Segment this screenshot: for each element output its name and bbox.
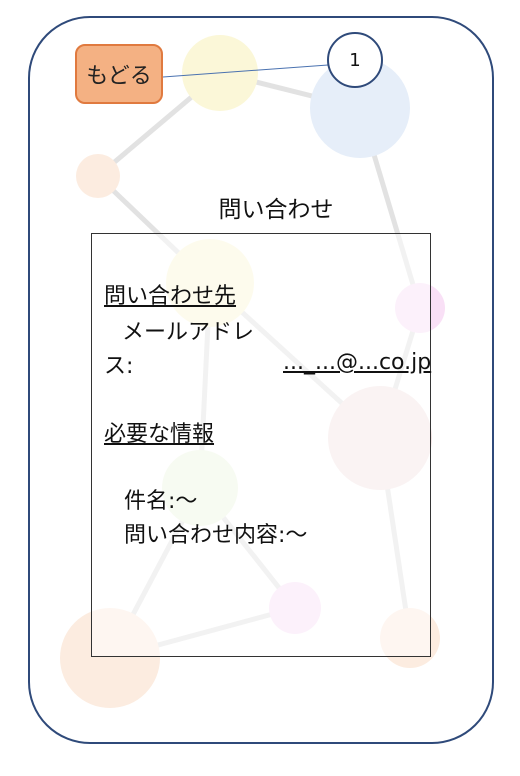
- page-title: 問い合わせ: [218, 197, 334, 223]
- content-item: 問い合わせ内容:〜: [124, 523, 308, 548]
- required-info-heading: 必要な情報: [104, 422, 215, 447]
- contact-info-panel: 問い合わせ先 メールアドレ ス: ..._...@...co.jp 必要な情報 …: [91, 233, 431, 657]
- subject-item: 件名:〜: [124, 489, 198, 514]
- email-label-line2: ス:: [104, 354, 134, 379]
- back-button[interactable]: もどる: [75, 44, 163, 104]
- email-link[interactable]: ..._...@...co.jp: [283, 350, 431, 375]
- annotation-callout-number: 1: [327, 32, 383, 88]
- email-label-line1: メールアドレ: [122, 320, 255, 345]
- contact-heading: 問い合わせ先: [104, 284, 237, 309]
